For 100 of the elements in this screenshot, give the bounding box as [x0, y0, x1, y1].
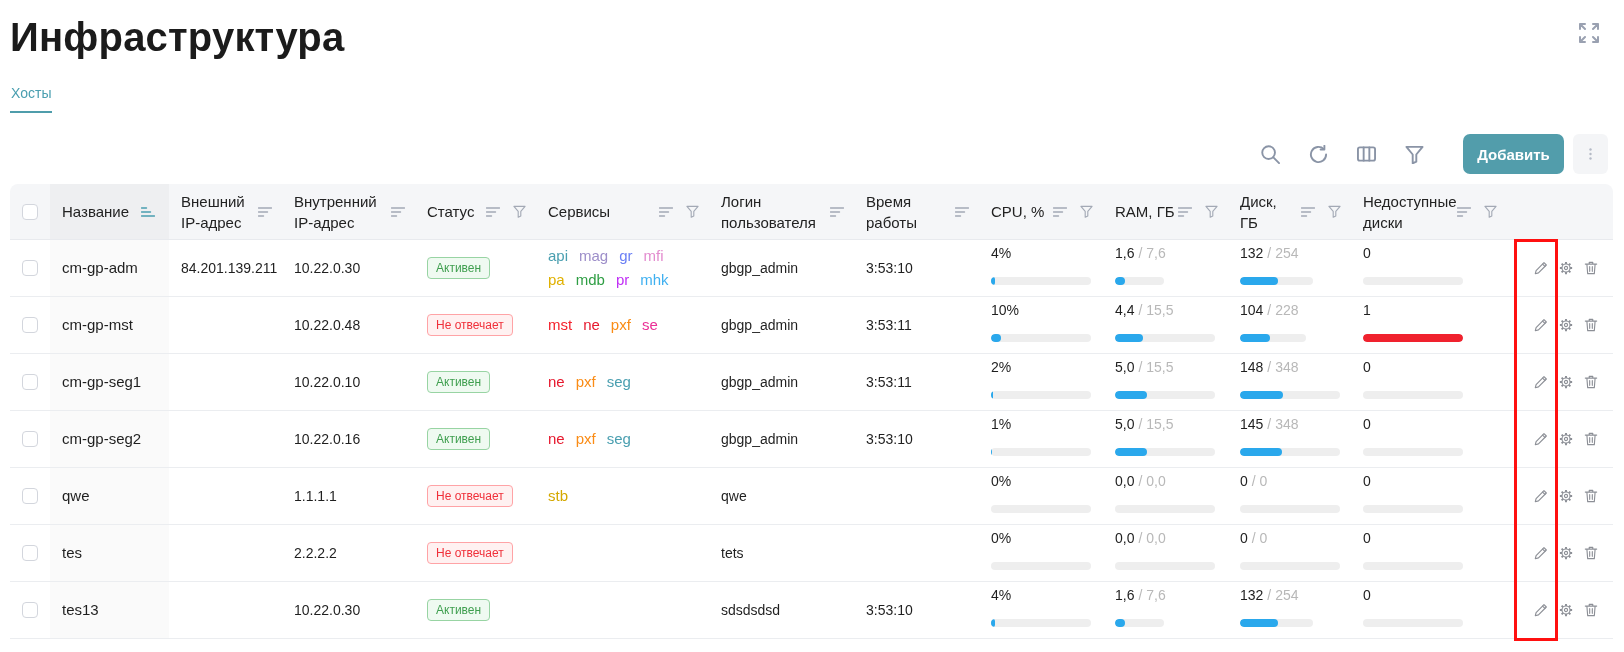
service-label: gr [619, 246, 633, 266]
table-cell: tes [50, 525, 169, 581]
column-header[interactable]: Недоступные диски [1363, 190, 1457, 233]
trash-icon[interactable] [1584, 318, 1598, 332]
table-cell: qwe [50, 468, 169, 524]
row-checkbox[interactable] [22, 374, 38, 390]
sort-lines-icon[interactable] [1053, 206, 1067, 217]
funnel-icon[interactable] [1205, 205, 1218, 218]
expand-arrows-icon[interactable] [1579, 23, 1599, 43]
service-label: seg [606, 429, 631, 449]
disk-value: 145 [1240, 415, 1264, 434]
row-checkbox[interactable] [22, 602, 38, 618]
column-header[interactable]: Внешний IP-адрес [181, 190, 245, 233]
table-cell: cm-gp-seg1 [50, 354, 169, 410]
pencil-icon[interactable] [1534, 261, 1548, 275]
table-cell-text: 3:53:11 [865, 373, 913, 392]
pencil-icon[interactable] [1534, 318, 1548, 332]
table-cell-text: 3:53:10 [865, 430, 914, 449]
sort-lines-icon[interactable] [659, 206, 673, 217]
service-label: pxf [575, 429, 596, 449]
row-checkbox[interactable] [22, 260, 38, 276]
settings-icon[interactable] [1559, 375, 1573, 389]
service-label: ne [548, 429, 565, 449]
table-cell: cm-gp-mst [50, 297, 169, 353]
sort-lines-icon[interactable] [486, 206, 500, 217]
service-label: se [641, 315, 658, 335]
column-header[interactable]: Название [62, 201, 130, 222]
trash-icon[interactable] [1584, 261, 1598, 275]
status-badge: Активен [427, 257, 491, 279]
service-label: ne [548, 372, 565, 392]
funnel-icon[interactable] [686, 205, 699, 218]
status-badge: Активен [427, 371, 491, 393]
trash-icon[interactable] [1584, 432, 1598, 446]
column-header[interactable]: Время работы [866, 190, 917, 233]
trash-icon[interactable] [1584, 489, 1598, 503]
sort-lines-icon[interactable] [1456, 206, 1471, 217]
column-header[interactable]: RAM, ГБ [1115, 201, 1175, 222]
cpu-value: 1% [991, 415, 1012, 434]
vertical-dots-icon [1589, 148, 1592, 160]
table-cell: tes13 [50, 582, 169, 638]
sort-lines-icon[interactable] [830, 206, 844, 217]
table-cell: cm-gp-seg2 [50, 411, 169, 467]
pencil-icon[interactable] [1534, 603, 1548, 617]
funnel-icon[interactable] [1483, 205, 1497, 218]
table-cell-text: 10.22.0.30 [293, 259, 362, 278]
pencil-icon[interactable] [1534, 546, 1548, 560]
table-cell-text: 3:53:10 [865, 601, 914, 620]
sort-lines-icon[interactable] [955, 206, 969, 217]
row-checkbox[interactable] [22, 488, 38, 504]
service-label: stb [548, 486, 568, 506]
column-header[interactable]: Сервисы [548, 201, 611, 222]
sort-lines-icon[interactable] [1301, 206, 1315, 217]
select-all-checkbox[interactable] [22, 203, 38, 220]
ram-total-value: / 7,6 [1138, 586, 1166, 605]
pencil-icon[interactable] [1534, 375, 1548, 389]
circular-arrow-icon[interactable] [1309, 144, 1328, 164]
columns-icon[interactable] [1357, 146, 1376, 162]
status-badge: Активен [427, 428, 491, 450]
funnel-icon[interactable] [1328, 205, 1341, 218]
settings-icon[interactable] [1559, 318, 1573, 332]
funnel-icon[interactable] [513, 205, 526, 218]
service-label: mst [548, 315, 573, 335]
funnel-icon[interactable] [1405, 144, 1424, 164]
row-checkbox[interactable] [22, 317, 38, 333]
cpu-value: 10% [991, 301, 1020, 320]
row-checkbox[interactable] [22, 545, 38, 561]
column-header[interactable]: CPU, % [991, 201, 1045, 222]
settings-icon[interactable] [1559, 489, 1573, 503]
unavailable-disks-value: 0 [1363, 358, 1371, 377]
settings-icon[interactable] [1559, 603, 1573, 617]
trash-icon[interactable] [1584, 546, 1598, 560]
status-badge: Активен [427, 599, 491, 621]
table-cell-text: 10.22.0.16 [293, 430, 362, 449]
sort-lines-icon[interactable] [391, 206, 405, 217]
ram-value: 4,4 [1115, 301, 1135, 320]
table-cell-text: 84.201.139.211 [180, 259, 279, 278]
column-header[interactable]: Логин пользователя [721, 190, 816, 233]
column-header[interactable]: Диск, ГБ [1240, 190, 1277, 233]
cpu-value: 2% [991, 358, 1012, 377]
ram-value: 1,6 [1115, 244, 1135, 263]
trash-icon[interactable] [1584, 603, 1598, 617]
settings-icon[interactable] [1559, 261, 1573, 275]
disk-value: 132 [1240, 586, 1264, 605]
service-label: ne [583, 315, 600, 335]
pencil-icon[interactable] [1534, 432, 1548, 446]
unavailable-disks-value: 0 [1363, 472, 1371, 491]
unavailable-disks-value: 0 [1363, 586, 1371, 605]
funnel-icon[interactable] [1080, 205, 1093, 218]
sort-lines-icon[interactable] [1178, 206, 1192, 217]
search-icon[interactable] [1261, 144, 1280, 164]
settings-icon[interactable] [1559, 432, 1573, 446]
trash-icon[interactable] [1584, 375, 1598, 389]
sort-lines-icon[interactable] [258, 206, 272, 217]
column-header[interactable]: Внутренний IP-адрес [294, 190, 377, 233]
column-header[interactable]: Статус [427, 201, 475, 222]
sort-lines-icon[interactable] [141, 206, 155, 217]
pencil-icon[interactable] [1534, 489, 1548, 503]
ram-total-value: / 0,0 [1138, 472, 1166, 491]
row-checkbox[interactable] [22, 431, 38, 447]
settings-icon[interactable] [1559, 546, 1573, 560]
